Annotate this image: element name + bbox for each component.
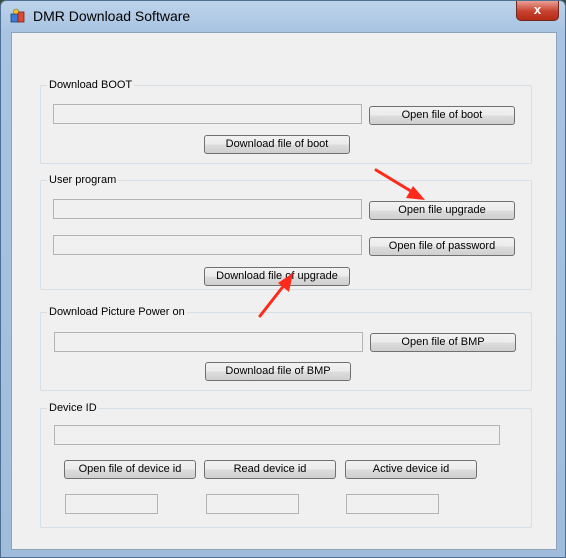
window-title: DMR Download Software	[33, 8, 191, 24]
device-id-output-field-1	[65, 494, 158, 514]
device-id-output-field-3	[346, 494, 439, 514]
upgrade-file-path-field[interactable]	[53, 199, 362, 219]
open-bmp-file-button[interactable]: Open file of BMP	[370, 333, 516, 352]
open-boot-file-button[interactable]: Open file of boot	[369, 106, 515, 125]
active-device-id-button[interactable]: Active device id	[345, 460, 477, 479]
client-area: Download BOOT Open file of boot Download…	[11, 32, 557, 550]
bmp-file-path-field[interactable]	[54, 332, 363, 352]
group-label-user-program: User program	[47, 173, 119, 187]
download-bmp-file-button[interactable]: Download file of BMP	[205, 362, 351, 381]
app-icon	[10, 8, 25, 23]
password-file-path-field[interactable]	[53, 235, 362, 255]
open-password-file-button[interactable]: Open file of password	[369, 237, 515, 256]
group-label-download-boot: Download BOOT	[47, 78, 135, 92]
download-upgrade-file-button[interactable]: Download file of upgrade	[204, 267, 350, 286]
device-id-field[interactable]	[54, 425, 500, 445]
group-label-device-id: Device ID	[47, 401, 99, 415]
open-device-id-file-button[interactable]: Open file of device id	[64, 460, 196, 479]
download-boot-file-button[interactable]: Download file of boot	[204, 135, 350, 154]
device-id-output-field-2	[206, 494, 299, 514]
app-window: DMR Download Software x Download BOOT Op…	[0, 0, 566, 558]
title-bar[interactable]: DMR Download Software x	[1, 1, 565, 31]
open-upgrade-file-button[interactable]: Open file upgrade	[369, 201, 515, 220]
boot-file-path-field[interactable]	[53, 104, 362, 124]
close-icon: x	[533, 2, 542, 17]
close-button[interactable]: x	[516, 1, 559, 21]
group-label-download-picture: Download Picture Power on	[47, 305, 187, 319]
read-device-id-button[interactable]: Read device id	[204, 460, 336, 479]
